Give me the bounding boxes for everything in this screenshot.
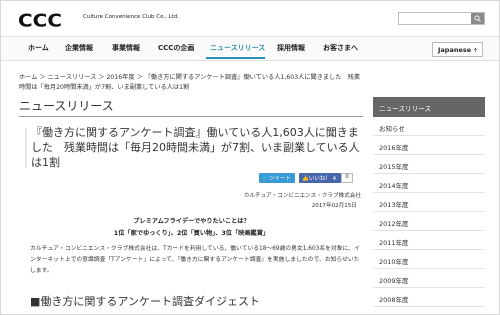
nav-item-business[interactable]: 事業情報 (112, 43, 140, 53)
ccc-logo[interactable]: CCC (18, 9, 62, 31)
page-title: ニュースリリース (19, 97, 363, 117)
company-name: Culture Convenience Club Co., Ltd. (83, 14, 180, 20)
search-button[interactable] (471, 13, 484, 24)
sidebar-item-2014[interactable]: 2014年度 (373, 174, 485, 193)
sidebar-item-2009[interactable]: 2009年度 (373, 269, 485, 288)
article-date: 2017年02月15日 (311, 203, 357, 209)
sidebar-item-2011[interactable]: 2011年度 (373, 231, 485, 250)
breadcrumb[interactable]: ホーム ＞ ニュースリリース ＞ 2016年度 ＞ 『働き方に関するアンケート調… (19, 73, 364, 93)
title-accent-bar (25, 128, 27, 168)
site-header: CCC Culture Convenience Club Co., Ltd. (1, 1, 499, 35)
page-frame: CCC Culture Convenience Club Co., Ltd. ホ… (0, 0, 500, 315)
global-nav: ホーム 企業情報 事業情報 CCCの企画 ニュースリリース 採用情報 お客さまへ… (1, 36, 499, 61)
search-input[interactable] (399, 13, 471, 24)
thumbs-up-icon: 👍 (302, 176, 309, 182)
sidebar-item-2008[interactable]: 2008年度 (373, 288, 485, 307)
search-icon (474, 15, 481, 22)
tweet-button[interactable]: 🐦ツイート (259, 173, 295, 183)
nav-item-planning[interactable]: CCCの企画 (158, 43, 194, 53)
share-count: 0 (341, 173, 353, 183)
nav-item-corporate[interactable]: 企業情報 (65, 43, 93, 53)
nav-item-home[interactable]: ホーム (28, 43, 49, 53)
sidebar-item-2012[interactable]: 2012年度 (373, 212, 485, 231)
sidebar-item-2016[interactable]: 2016年度 (373, 136, 485, 155)
language-select[interactable]: Japanese ÷ (432, 42, 483, 57)
nav-item-customers[interactable]: お客さまへ (323, 43, 358, 53)
article-body: カルチュア・コンビニエンス・クラブ株式会社は、Tカードを利用している、働いている… (30, 246, 360, 274)
sidebar-heading: ニュースリリース (373, 97, 485, 117)
article-title: 『働き方に関するアンケート調査』働いている人1,603人に聞きました 残業時間は… (31, 126, 360, 169)
twitter-icon: 🐦 (262, 176, 269, 182)
digest-heading: ■働き方に関するアンケート調査ダイジェスト (30, 295, 260, 308)
nav-item-news[interactable]: ニュースリリース (210, 43, 265, 53)
lead-line-2: 1位「家でゆっくり」、2位「買い物」、3位「映画鑑賞」 (113, 230, 270, 237)
lead-line-1: プレミアムフライデーでやりたいことは？ (133, 218, 250, 225)
sidebar-item-2010[interactable]: 2010年度 (373, 250, 485, 269)
facebook-like-button[interactable]: 👍いいね！ 4 (299, 173, 341, 183)
nav-item-recruit[interactable]: 採用情報 (277, 43, 305, 53)
article-company: カルチュア・コンビニエンス・クラブ株式会社 (243, 193, 361, 199)
sidebar-item-2013[interactable]: 2013年度 (373, 193, 485, 212)
language-label: Japanese (438, 46, 472, 54)
nav-active-indicator (206, 57, 265, 59)
sidebar-item-notices[interactable]: お知らせ (373, 117, 485, 136)
chevron-down-icon: ÷ (472, 47, 478, 54)
sidebar-item-2015[interactable]: 2015年度 (373, 155, 485, 174)
search-box (398, 12, 485, 25)
